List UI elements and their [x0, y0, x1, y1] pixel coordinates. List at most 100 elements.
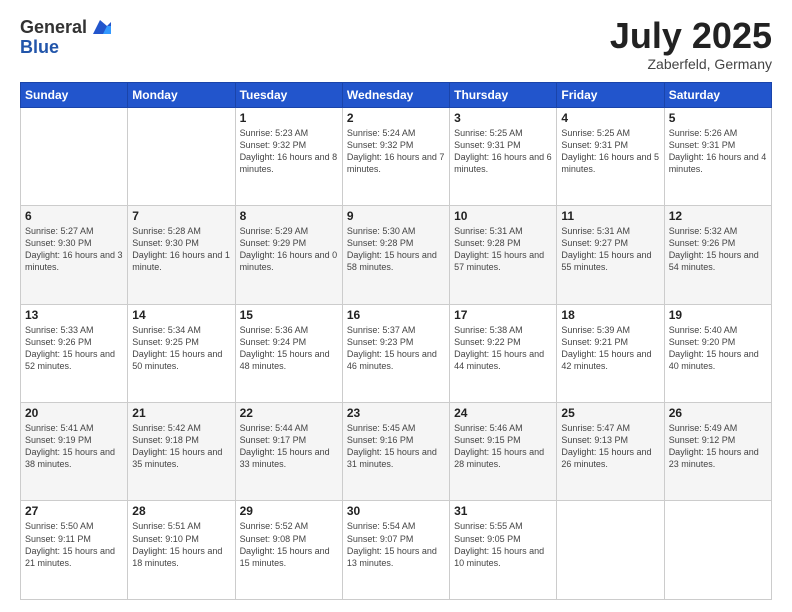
calendar-cell: 18 Sunrise: 5:39 AMSunset: 9:21 PMDayligh… — [557, 304, 664, 402]
day-detail: Sunrise: 5:52 AMSunset: 9:08 PMDaylight:… — [240, 520, 338, 569]
day-number: 2 — [347, 111, 445, 125]
day-detail: Sunrise: 5:28 AMSunset: 9:30 PMDaylight:… — [132, 225, 230, 274]
calendar-cell: 25 Sunrise: 5:47 AMSunset: 9:13 PMDayligh… — [557, 403, 664, 501]
day-header-saturday: Saturday — [664, 82, 771, 107]
day-header-friday: Friday — [557, 82, 664, 107]
day-number: 12 — [669, 209, 767, 223]
logo-icon — [89, 16, 111, 38]
logo-blue: Blue — [20, 38, 59, 56]
day-detail: Sunrise: 5:42 AMSunset: 9:18 PMDaylight:… — [132, 422, 230, 471]
calendar-cell: 8 Sunrise: 5:29 AMSunset: 9:29 PMDaylight… — [235, 206, 342, 304]
day-detail: Sunrise: 5:38 AMSunset: 9:22 PMDaylight:… — [454, 324, 552, 373]
logo-general: General — [20, 18, 87, 36]
day-number: 3 — [454, 111, 552, 125]
calendar-cell: 30 Sunrise: 5:54 AMSunset: 9:07 PMDayligh… — [342, 501, 449, 600]
day-number: 23 — [347, 406, 445, 420]
day-number: 4 — [561, 111, 659, 125]
calendar-cell: 1Sunrise: 5:23 AMSunset: 9:32 PMDaylight… — [235, 107, 342, 205]
calendar-cell: 26Sunrise: 5:49 AMSunset: 9:12 PMDayligh… — [664, 403, 771, 501]
calendar-cell: 16Sunrise: 5:37 AMSunset: 9:23 PMDayligh… — [342, 304, 449, 402]
day-detail: Sunrise: 5:33 AMSunset: 9:26 PMDaylight:… — [25, 324, 123, 373]
day-number: 28 — [132, 504, 230, 518]
day-detail: Sunrise: 5:24 AMSunset: 9:32 PMDaylight:… — [347, 127, 445, 176]
week-row-3: 13 Sunrise: 5:33 AMSunset: 9:26 PMDayligh… — [21, 304, 772, 402]
page: General Blue July 2025 Zaberfeld, German… — [0, 0, 792, 612]
logo: General Blue — [20, 16, 111, 56]
day-detail: Sunrise: 5:39 AMSunset: 9:21 PMDaylight:… — [561, 324, 659, 373]
day-number: 11 — [561, 209, 659, 223]
week-row-4: 20Sunrise: 5:41 AMSunset: 9:19 PMDayligh… — [21, 403, 772, 501]
calendar-cell: 21 Sunrise: 5:42 AMSunset: 9:18 PMDayligh… — [128, 403, 235, 501]
calendar-cell: 17 Sunrise: 5:38 AMSunset: 9:22 PMDayligh… — [450, 304, 557, 402]
calendar-cell: 2 Sunrise: 5:24 AMSunset: 9:32 PMDaylight… — [342, 107, 449, 205]
calendar-cell: 4 Sunrise: 5:25 AMSunset: 9:31 PMDaylight… — [557, 107, 664, 205]
day-header-monday: Monday — [128, 82, 235, 107]
day-number: 18 — [561, 308, 659, 322]
calendar-cell: 5 Sunrise: 5:26 AMSunset: 9:31 PMDaylight… — [664, 107, 771, 205]
day-header-tuesday: Tuesday — [235, 82, 342, 107]
day-detail: Sunrise: 5:25 AMSunset: 9:31 PMDaylight:… — [561, 127, 659, 176]
calendar-cell: 27 Sunrise: 5:50 AMSunset: 9:11 PMDayligh… — [21, 501, 128, 600]
month-title: July 2025 — [610, 16, 772, 56]
day-detail: Sunrise: 5:30 AMSunset: 9:28 PMDaylight:… — [347, 225, 445, 274]
day-detail: Sunrise: 5:29 AMSunset: 9:29 PMDaylight:… — [240, 225, 338, 274]
calendar-cell: 19 Sunrise: 5:40 AMSunset: 9:20 PMDayligh… — [664, 304, 771, 402]
calendar-cell: 13 Sunrise: 5:33 AMSunset: 9:26 PMDayligh… — [21, 304, 128, 402]
day-number: 10 — [454, 209, 552, 223]
calendar-cell: 11Sunrise: 5:31 AMSunset: 9:27 PMDayligh… — [557, 206, 664, 304]
calendar-cell: 9 Sunrise: 5:30 AMSunset: 9:28 PMDaylight… — [342, 206, 449, 304]
day-detail: Sunrise: 5:51 AMSunset: 9:10 PMDaylight:… — [132, 520, 230, 569]
calendar-cell — [664, 501, 771, 600]
calendar-cell: 3Sunrise: 5:25 AMSunset: 9:31 PMDaylight… — [450, 107, 557, 205]
day-detail: Sunrise: 5:54 AMSunset: 9:07 PMDaylight:… — [347, 520, 445, 569]
day-header-wednesday: Wednesday — [342, 82, 449, 107]
calendar-table: SundayMondayTuesdayWednesdayThursdayFrid… — [20, 82, 772, 600]
day-detail: Sunrise: 5:36 AMSunset: 9:24 PMDaylight:… — [240, 324, 338, 373]
day-number: 27 — [25, 504, 123, 518]
day-detail: Sunrise: 5:46 AMSunset: 9:15 PMDaylight:… — [454, 422, 552, 471]
calendar-cell: 22 Sunrise: 5:44 AMSunset: 9:17 PMDayligh… — [235, 403, 342, 501]
day-number: 22 — [240, 406, 338, 420]
day-number: 7 — [132, 209, 230, 223]
calendar-cell — [21, 107, 128, 205]
day-detail: Sunrise: 5:40 AMSunset: 9:20 PMDaylight:… — [669, 324, 767, 373]
day-detail: Sunrise: 5:50 AMSunset: 9:11 PMDaylight:… — [25, 520, 123, 569]
day-number: 15 — [240, 308, 338, 322]
day-number: 17 — [454, 308, 552, 322]
day-number: 21 — [132, 406, 230, 420]
day-number: 5 — [669, 111, 767, 125]
calendar-cell: 29 Sunrise: 5:52 AMSunset: 9:08 PMDayligh… — [235, 501, 342, 600]
day-detail: Sunrise: 5:44 AMSunset: 9:17 PMDaylight:… — [240, 422, 338, 471]
calendar-cell: 6 Sunrise: 5:27 AMSunset: 9:30 PMDaylight… — [21, 206, 128, 304]
day-detail: Sunrise: 5:27 AMSunset: 9:30 PMDaylight:… — [25, 225, 123, 274]
day-number: 14 — [132, 308, 230, 322]
calendar-cell: 14Sunrise: 5:34 AMSunset: 9:25 PMDayligh… — [128, 304, 235, 402]
day-number: 30 — [347, 504, 445, 518]
day-number: 29 — [240, 504, 338, 518]
day-number: 13 — [25, 308, 123, 322]
day-number: 25 — [561, 406, 659, 420]
day-number: 6 — [25, 209, 123, 223]
calendar-cell: 20Sunrise: 5:41 AMSunset: 9:19 PMDayligh… — [21, 403, 128, 501]
calendar-cell: 10Sunrise: 5:31 AMSunset: 9:28 PMDayligh… — [450, 206, 557, 304]
day-detail: Sunrise: 5:32 AMSunset: 9:26 PMDaylight:… — [669, 225, 767, 274]
day-number: 20 — [25, 406, 123, 420]
calendar-cell: 7 Sunrise: 5:28 AMSunset: 9:30 PMDaylight… — [128, 206, 235, 304]
day-number: 1 — [240, 111, 338, 125]
calendar-cell — [557, 501, 664, 600]
day-number: 8 — [240, 209, 338, 223]
day-number: 19 — [669, 308, 767, 322]
day-number: 16 — [347, 308, 445, 322]
calendar-cell: 23 Sunrise: 5:45 AMSunset: 9:16 PMDayligh… — [342, 403, 449, 501]
day-header-thursday: Thursday — [450, 82, 557, 107]
day-detail: Sunrise: 5:45 AMSunset: 9:16 PMDaylight:… — [347, 422, 445, 471]
calendar-cell: 31Sunrise: 5:55 AMSunset: 9:05 PMDayligh… — [450, 501, 557, 600]
week-row-5: 27 Sunrise: 5:50 AMSunset: 9:11 PMDayligh… — [21, 501, 772, 600]
day-number: 31 — [454, 504, 552, 518]
day-detail: Sunrise: 5:26 AMSunset: 9:31 PMDaylight:… — [669, 127, 767, 176]
day-detail: Sunrise: 5:47 AMSunset: 9:13 PMDaylight:… — [561, 422, 659, 471]
calendar-cell: 12 Sunrise: 5:32 AMSunset: 9:26 PMDayligh… — [664, 206, 771, 304]
week-row-2: 6 Sunrise: 5:27 AMSunset: 9:30 PMDaylight… — [21, 206, 772, 304]
day-number: 9 — [347, 209, 445, 223]
calendar-cell — [128, 107, 235, 205]
